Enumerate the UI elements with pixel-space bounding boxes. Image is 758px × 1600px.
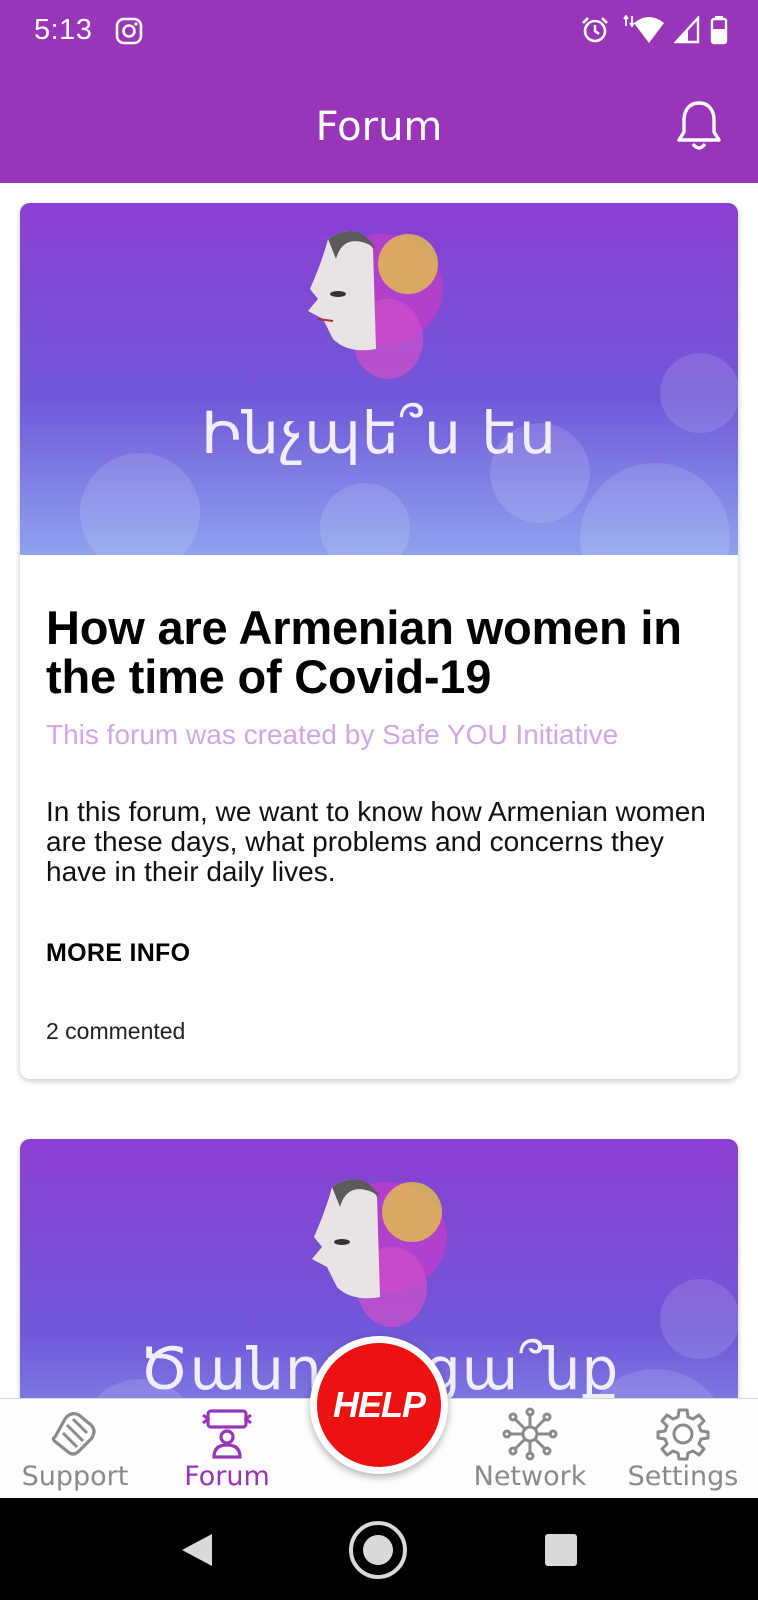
back-icon[interactable] — [180, 1532, 214, 1568]
forum-card-body: How are Armenian women in the time of Co… — [20, 555, 738, 1045]
wifi-icon — [623, 15, 664, 43]
status-bar: 5:13 — [0, 0, 758, 64]
system-nav-bar — [0, 1498, 758, 1600]
nav-support[interactable]: Support — [0, 1399, 150, 1499]
help-label: HELP — [332, 1384, 426, 1425]
status-time: 5:13 — [34, 14, 93, 46]
forum-card[interactable]: Ինչպե՞ս ես How are Armenian women in the… — [20, 203, 738, 1079]
nav-forum[interactable]: Forum — [152, 1399, 302, 1499]
network-icon — [502, 1407, 558, 1461]
face-lioness-illustration — [312, 1179, 447, 1327]
more-info-button[interactable]: MORE INFO — [46, 939, 190, 968]
signal-icon — [674, 16, 700, 44]
handshake-icon — [51, 1412, 96, 1456]
home-icon[interactable] — [349, 1521, 407, 1579]
help-button-face: HELP — [317, 1343, 441, 1467]
nav-network[interactable]: Network — [455, 1399, 605, 1499]
nav-label: Settings — [627, 1461, 739, 1492]
instagram-icon — [115, 17, 143, 45]
recents-icon[interactable] — [545, 1534, 577, 1566]
alarm-icon — [582, 17, 608, 43]
forum-creator: This forum was created by Safe YOU Initi… — [46, 719, 619, 750]
forum-list[interactable]: Ինչպե՞ս ես How are Armenian women in the… — [0, 183, 758, 1398]
face-lioness-illustration — [308, 231, 443, 379]
battery-icon — [710, 16, 728, 45]
bell-icon[interactable] — [674, 98, 724, 154]
nav-label: Support — [21, 1461, 129, 1492]
page-title: Forum — [315, 104, 443, 150]
nav-label: Forum — [184, 1461, 270, 1492]
forum-title: How are Armenian women in the time of Co… — [46, 601, 682, 703]
nav-label: Network — [473, 1461, 587, 1492]
forum-banner: Ինչպե՞ս ես — [20, 203, 738, 555]
gear-icon — [656, 1408, 710, 1461]
nav-settings[interactable]: Settings — [608, 1399, 758, 1499]
help-button[interactable]: HELP — [310, 1336, 448, 1474]
banner-caption: Ինչպե՞ս ես — [201, 399, 557, 467]
app-bar: Forum — [0, 64, 758, 183]
forum-description: In this forum, we want to know how Armen… — [46, 796, 706, 887]
comment-count: 2 commented — [46, 1018, 186, 1044]
status-icons — [580, 15, 728, 45]
forum-icon — [202, 1409, 252, 1459]
